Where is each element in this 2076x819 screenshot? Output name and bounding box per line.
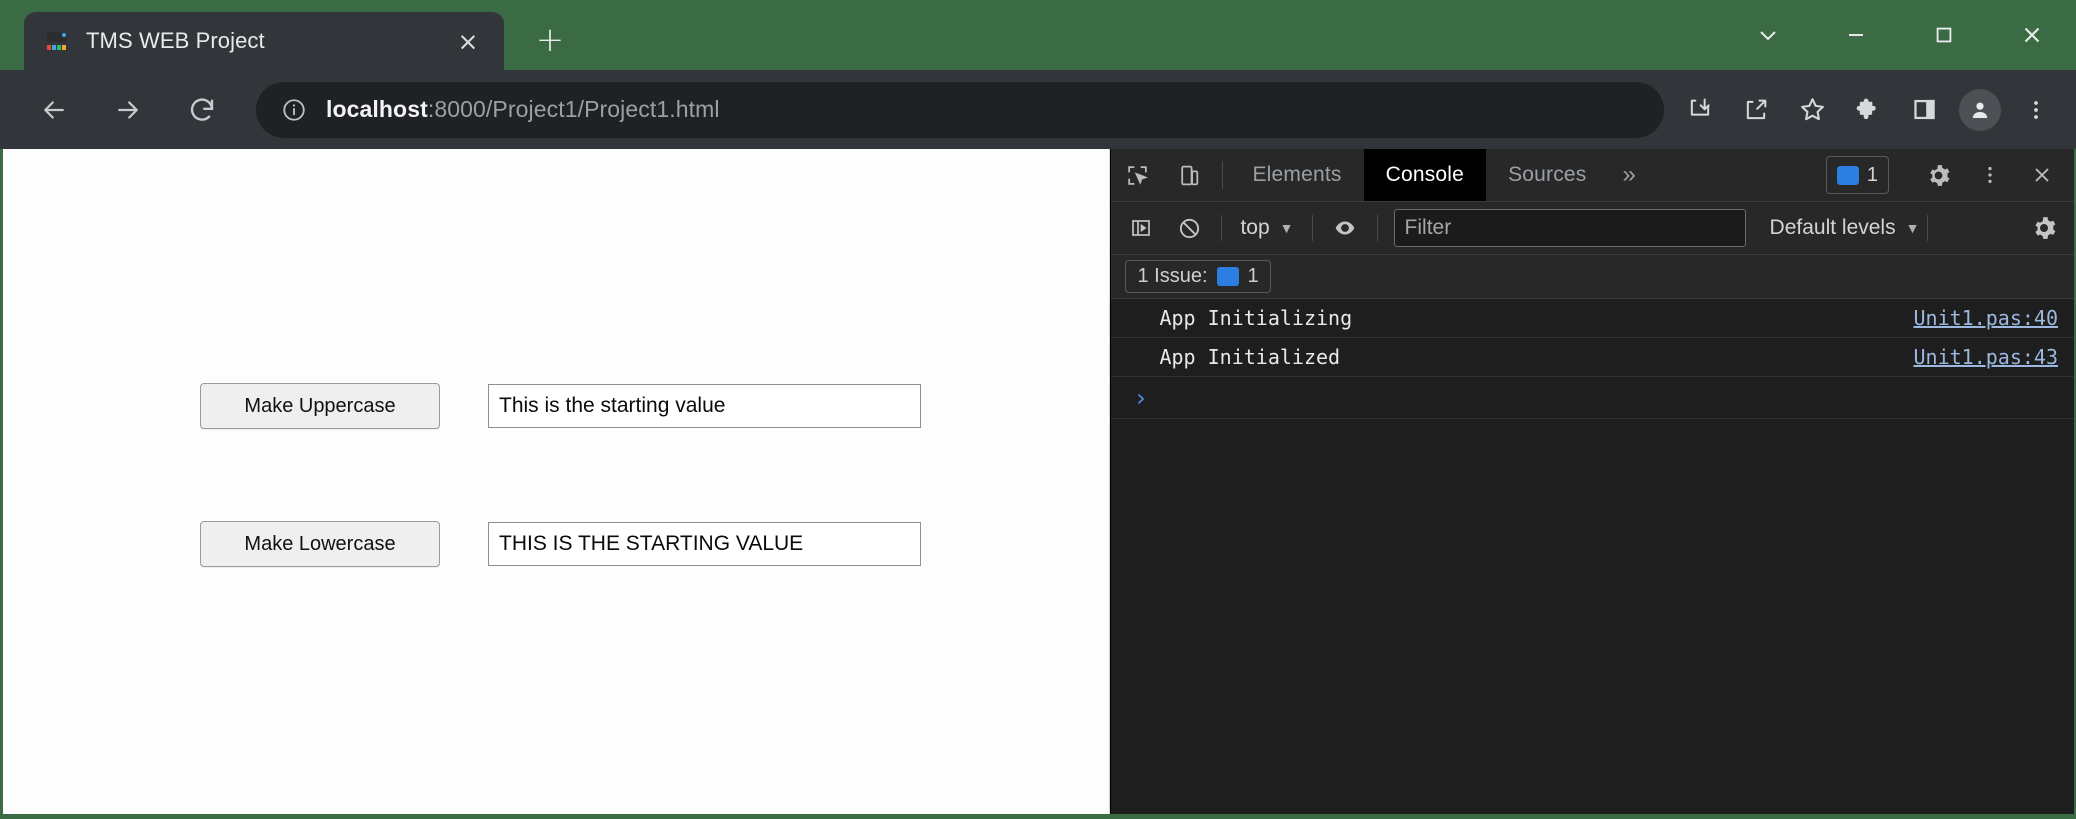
tab-strip: TMS WEB Project × + <box>0 0 2076 70</box>
forward-arrow-icon[interactable] <box>98 80 158 140</box>
console-message-list[interactable]: App Initializing Unit1.pas:40 App Initia… <box>1111 299 2074 814</box>
console-message-text: App Initialized <box>1159 345 1341 369</box>
tms-favicon <box>46 30 68 52</box>
devtools-tab-bar: Elements Console Sources » 1 <box>1111 149 2074 202</box>
content-area: Make Uppercase This is the starting valu… <box>2 149 2074 814</box>
window-border-left <box>0 149 2 819</box>
browser-tab-active[interactable]: TMS WEB Project × <box>24 12 504 70</box>
window-border-bottom <box>0 814 2076 819</box>
new-tab-button[interactable]: + <box>524 14 576 66</box>
issues-count: 1 <box>1247 265 1259 287</box>
log-levels-selector[interactable]: Default levels ▼ <box>1770 216 1920 240</box>
devtools-panel: Elements Console Sources » 1 top ▼ Filte… <box>1110 149 2074 814</box>
console-prompt[interactable]: › <box>1111 377 2074 419</box>
url-path: :8000/Project1/Project1.html <box>427 96 720 122</box>
console-message-text: App Initializing <box>1159 306 1353 330</box>
console-filter-input[interactable]: Filter <box>1393 209 1746 247</box>
browser-window: TMS WEB Project × + localhost:8000/Proje… <box>0 0 2076 819</box>
message-badge-icon <box>1216 267 1239 286</box>
execution-context-label: top <box>1240 216 1270 239</box>
profile-avatar-icon[interactable] <box>1952 82 2008 138</box>
make-lowercase-button[interactable]: Make Lowercase <box>200 521 440 567</box>
console-message-row[interactable]: App Initializing Unit1.pas:40 <box>1111 299 2074 338</box>
extensions-puzzle-icon[interactable] <box>1840 82 1896 138</box>
toolbar-icons <box>1672 82 2064 138</box>
tab-console[interactable]: Console <box>1363 149 1487 201</box>
tab-title: TMS WEB Project <box>86 28 265 53</box>
minimize-icon[interactable] <box>1812 0 1900 70</box>
console-sidebar-icon[interactable] <box>1117 204 1165 252</box>
console-message-row[interactable]: App Initialized Unit1.pas:43 <box>1111 338 2074 377</box>
live-expression-eye-icon[interactable] <box>1321 204 1369 252</box>
device-toolbar-icon[interactable] <box>1163 149 1215 201</box>
devtools-settings-gear-icon[interactable] <box>1912 163 1964 188</box>
control-row-lowercase: Make Lowercase THIS IS THE STARTING VALU… <box>200 521 921 567</box>
back-arrow-icon[interactable] <box>24 80 84 140</box>
tab-sources[interactable]: Sources <box>1486 149 1608 201</box>
message-count-badge[interactable]: 1 <box>1825 156 1889 194</box>
message-badge-icon <box>1836 165 1859 185</box>
window-controls <box>1724 0 2076 70</box>
maximize-icon[interactable] <box>1900 0 1988 70</box>
side-panel-icon[interactable] <box>1896 82 1952 138</box>
devtools-tab-actions: 1 <box>1818 149 2074 201</box>
address-bar-url: localhost:8000/Project1/Project1.html <box>326 96 720 123</box>
web-page-viewport: Make Uppercase This is the starting valu… <box>3 149 1111 814</box>
execution-context-selector[interactable]: top ▼ <box>1230 216 1303 240</box>
chevron-down-icon: ▼ <box>1905 220 1920 236</box>
share-icon[interactable] <box>1728 82 1784 138</box>
message-count: 1 <box>1866 163 1878 186</box>
tab-elements[interactable]: Elements <box>1230 149 1363 201</box>
console-message-source-link[interactable]: Unit1.pas:43 <box>1914 345 2059 369</box>
make-uppercase-button[interactable]: Make Uppercase <box>200 383 440 429</box>
address-bar[interactable]: localhost:8000/Project1/Project1.html <box>256 81 1664 138</box>
chevron-down-icon: ▼ <box>1279 220 1294 236</box>
lowercase-input[interactable]: THIS IS THE STARTING VALUE <box>488 522 921 566</box>
url-host: localhost <box>326 96 428 122</box>
control-row-uppercase: Make Uppercase This is the starting valu… <box>200 383 921 429</box>
close-tab-icon[interactable]: × <box>450 23 486 59</box>
issues-button[interactable]: 1 Issue: 1 <box>1125 260 1271 293</box>
devtools-more-vertical-icon[interactable] <box>1964 164 2016 186</box>
devtools-close-icon[interactable] <box>2016 163 2068 187</box>
issues-label: 1 Issue: <box>1137 265 1208 287</box>
uppercase-input[interactable]: This is the starting value <box>488 384 921 428</box>
log-levels-label: Default levels <box>1769 216 1896 239</box>
reload-icon[interactable] <box>172 80 232 140</box>
console-toolbar: top ▼ Filter Default levels ▼ <box>1111 202 2074 255</box>
inspect-element-icon[interactable] <box>1111 149 1163 201</box>
issues-bar: 1 Issue: 1 <box>1111 255 2074 299</box>
close-window-icon[interactable] <box>1988 0 2076 70</box>
browser-toolbar: localhost:8000/Project1/Project1.html <box>0 70 2076 149</box>
install-app-icon[interactable] <box>1672 82 1728 138</box>
console-prompt-caret-icon: › <box>1133 383 1148 412</box>
clear-console-icon[interactable] <box>1165 204 1213 252</box>
bookmark-star-icon[interactable] <box>1784 82 1840 138</box>
more-menu-icon[interactable] <box>2008 82 2064 138</box>
info-circle-icon[interactable] <box>276 92 312 128</box>
console-settings-gear-icon[interactable] <box>2020 204 2068 252</box>
avatar <box>1959 88 2001 131</box>
console-message-source-link[interactable]: Unit1.pas:40 <box>1914 306 2059 330</box>
tab-search-chevron-down-icon[interactable] <box>1724 0 1812 70</box>
tab-overflow-icon[interactable]: » <box>1609 149 1650 201</box>
